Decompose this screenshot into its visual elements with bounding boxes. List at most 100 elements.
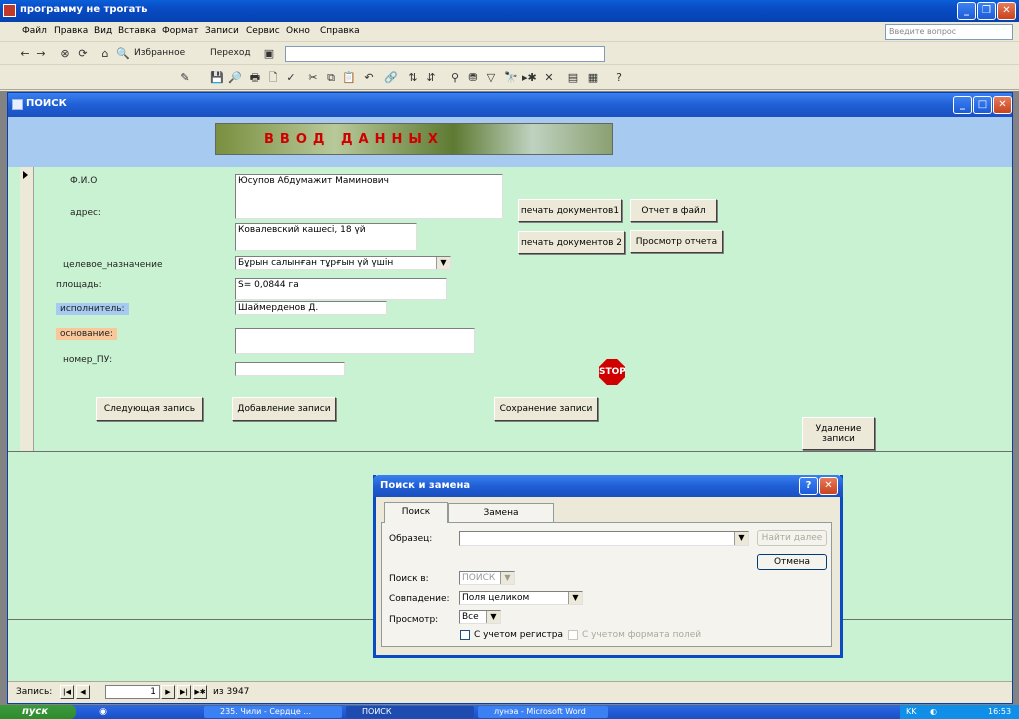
first-record-icon[interactable]: |◀ <box>60 685 74 699</box>
delete-button-line2: записи <box>822 433 855 444</box>
menu-tools[interactable]: Сервис <box>246 26 280 36</box>
pu-number-field[interactable] <box>235 362 345 376</box>
tab-find[interactable]: Поиск <box>384 502 448 523</box>
undo-icon[interactable]: ↶ <box>362 71 376 85</box>
save-icon[interactable]: 💾 <box>210 71 224 85</box>
refresh-icon[interactable]: ⟳ <box>76 47 90 61</box>
search-web-icon[interactable]: 🔍 <box>116 47 130 61</box>
form-close-icon[interactable]: ✕ <box>993 96 1012 114</box>
menu-help[interactable]: Справка <box>320 26 360 36</box>
fio-field[interactable]: Юсупов Абдумажит Маминович <box>235 174 503 219</box>
help-icon[interactable]: ? <box>612 71 626 85</box>
task-music[interactable]: 235. Чили - Сердце ... <box>204 706 342 718</box>
task-word[interactable]: лунэа - Microsoft Word <box>478 706 608 718</box>
address-field[interactable]: Ковалевский кашесі, 18 үй <box>235 223 417 251</box>
report-to-file-button[interactable]: Отчет в файл <box>630 199 717 222</box>
prev-record-icon[interactable]: ◀ <box>76 685 90 699</box>
report-preview-button[interactable]: Просмотр отчета <box>630 230 723 253</box>
paste-icon[interactable]: 📋 <box>342 71 356 85</box>
print-preview-icon[interactable]: 🗋 <box>266 71 280 85</box>
minimize-icon[interactable]: _ <box>957 2 976 20</box>
print-documents-2-button[interactable]: печать документов 2 <box>518 231 625 254</box>
file-search-icon[interactable]: 🔎 <box>228 71 242 85</box>
apply-filter-icon[interactable]: ▽ <box>484 71 498 85</box>
start-button[interactable]: пуск <box>0 705 76 719</box>
clock[interactable]: 16:53 <box>988 705 1011 719</box>
filter-by-selection-icon[interactable]: ⚲ <box>448 71 462 85</box>
database-window-icon[interactable]: ▤ <box>566 71 580 85</box>
dialog-help-icon[interactable]: ? <box>799 477 818 495</box>
pattern-label: Образец: <box>389 534 433 544</box>
restore-icon[interactable]: ❐ <box>977 2 996 20</box>
new-object-icon[interactable]: ▦ <box>586 71 600 85</box>
next-record-button[interactable]: Следующая запись <box>96 397 203 421</box>
cut-icon[interactable]: ✂ <box>306 71 320 85</box>
menu-view[interactable]: Вид <box>94 26 112 36</box>
filter-by-form-icon[interactable]: ⛃ <box>466 71 480 85</box>
back-icon[interactable]: ← <box>18 47 32 61</box>
format-checkbox[interactable] <box>568 630 578 640</box>
print-icon[interactable]: 🖶 <box>248 71 262 85</box>
menu-file[interactable]: Файл <box>22 26 47 36</box>
sort-descending-icon[interactable]: ⇵ <box>424 71 438 85</box>
add-record-button[interactable]: Добавление записи <box>232 397 336 421</box>
view-combo[interactable]: Все ▼ <box>459 610 501 624</box>
quicklaunch-icon[interactable]: ◉ <box>96 705 110 719</box>
area-field[interactable]: S= 0,0844 га <box>235 278 447 300</box>
language-indicator[interactable]: KK <box>906 705 917 719</box>
cancel-button[interactable]: Отмена <box>757 554 827 570</box>
search-in-dropdown-icon[interactable]: ▼ <box>500 572 514 584</box>
dialog-close-icon[interactable]: ✕ <box>819 477 838 495</box>
menu-insert[interactable]: Вставка <box>118 26 156 36</box>
delete-record-icon[interactable]: ✕ <box>542 71 556 85</box>
form-title-bar: ПОИСК _ □ ✕ <box>8 93 1012 117</box>
chevron-down-icon[interactable]: ▼ <box>436 257 450 269</box>
menu-edit[interactable]: Правка <box>54 26 88 36</box>
tray-icon[interactable]: ◐ <box>930 705 937 719</box>
menu-records[interactable]: Записи <box>205 26 239 36</box>
delete-record-button[interactable]: Удаление записи <box>802 417 875 450</box>
match-combo[interactable]: Поля целиком ▼ <box>459 591 583 605</box>
favorites-menu[interactable]: Избранное <box>134 48 185 58</box>
current-record-input[interactable]: 1 <box>105 685 160 699</box>
home-icon[interactable]: ⌂ <box>98 47 112 61</box>
design-view-icon[interactable]: ✎ <box>178 71 192 85</box>
purpose-combo[interactable]: Бұрын салынған тұрғын үй үшін ▼ <box>235 256 451 270</box>
spelling-icon[interactable]: ✓ <box>284 71 298 85</box>
stop-load-icon[interactable]: ⊗ <box>58 47 72 61</box>
sort-ascending-icon[interactable]: ⇅ <box>406 71 420 85</box>
ask-question-input[interactable]: Введите вопрос <box>885 24 1013 40</box>
tab-replace[interactable]: Замена <box>448 503 554 523</box>
find-next-button[interactable]: Найти далее <box>757 530 827 546</box>
last-record-icon[interactable]: ▶| <box>177 685 191 699</box>
close-icon[interactable]: ✕ <box>997 2 1016 20</box>
forward-icon[interactable]: → <box>34 47 48 61</box>
stop-button[interactable]: STOP <box>599 359 625 385</box>
next-record-icon[interactable]: ▶ <box>161 685 175 699</box>
access-app-icon[interactable] <box>3 4 16 17</box>
match-case-checkbox[interactable] <box>460 630 470 640</box>
pattern-input[interactable]: ▼ <box>459 531 749 546</box>
menu-format[interactable]: Формат <box>162 26 199 36</box>
view-dropdown-icon[interactable]: ▼ <box>486 611 500 623</box>
form-minimize-icon[interactable]: _ <box>953 96 972 114</box>
new-record-icon[interactable]: ▸✱ <box>522 71 537 85</box>
print-documents-1-button[interactable]: печать документов1 <box>518 199 622 222</box>
basis-field[interactable] <box>235 328 475 354</box>
pattern-dropdown-icon[interactable]: ▼ <box>734 532 748 545</box>
find-icon[interactable]: 🔭 <box>504 71 518 85</box>
show-only-web-toolbar-icon[interactable]: ▣ <box>262 47 276 61</box>
hyperlink-icon[interactable]: 🔗 <box>384 71 398 85</box>
record-selector[interactable] <box>20 167 34 451</box>
go-menu[interactable]: Переход <box>210 48 251 58</box>
menu-window[interactable]: Окно <box>286 26 310 36</box>
save-record-button[interactable]: Сохранение записи <box>494 397 598 421</box>
copy-icon[interactable]: ⧉ <box>324 71 338 85</box>
form-maximize-icon[interactable]: □ <box>973 96 992 114</box>
address-field[interactable] <box>285 46 605 62</box>
executor-field[interactable]: Шаймерденов Д. <box>235 301 387 315</box>
search-in-combo[interactable]: ПОИСК ▼ <box>459 571 515 585</box>
match-dropdown-icon[interactable]: ▼ <box>568 592 582 604</box>
new-record-nav-icon[interactable]: ▶✱ <box>193 685 207 699</box>
task-poisk[interactable]: ПОИСК <box>346 706 474 718</box>
